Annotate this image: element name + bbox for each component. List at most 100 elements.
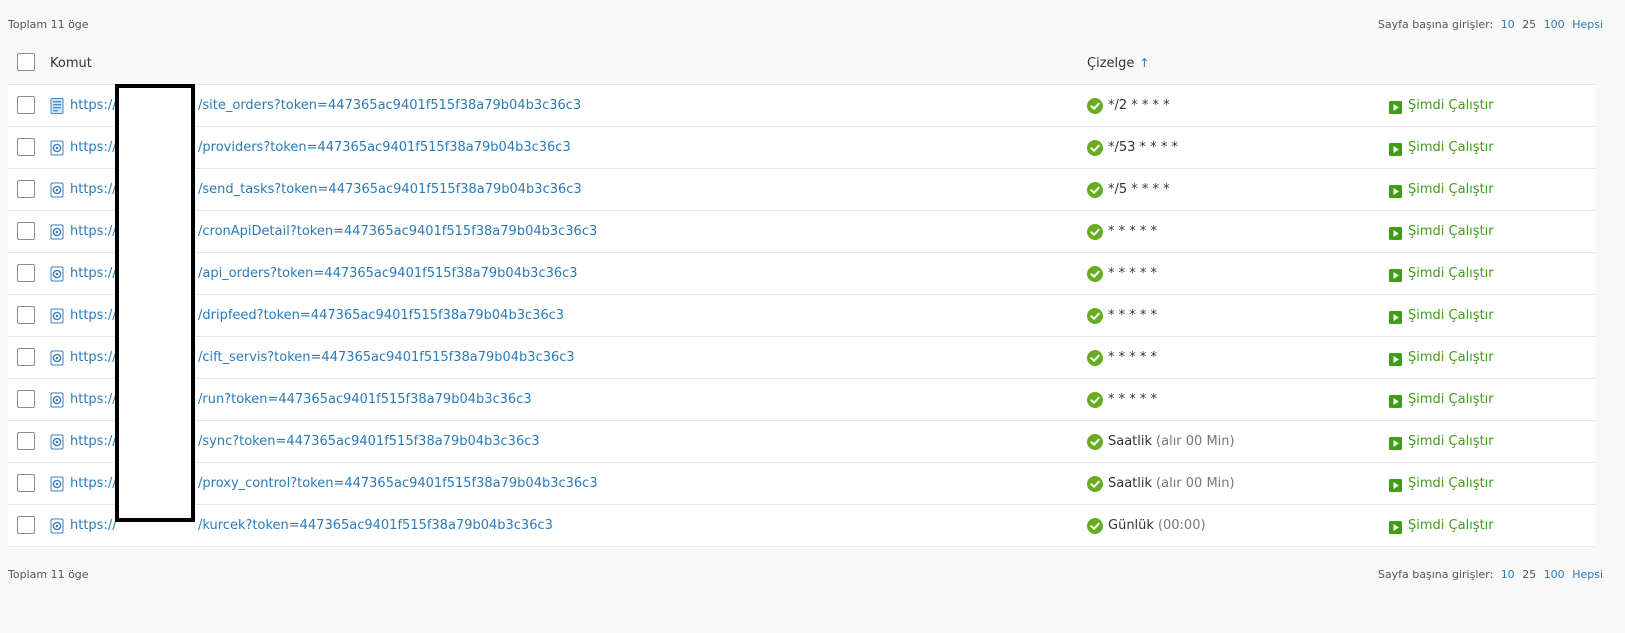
- check-circle-icon: [1087, 139, 1103, 156]
- total-count: Toplam 11 öge: [8, 567, 89, 581]
- play-icon[interactable]: [1389, 141, 1402, 156]
- schedule-value: Saatlik: [1108, 476, 1153, 491]
- schedule-value: Saatlik: [1108, 434, 1153, 449]
- per-page-option-10[interactable]: 10: [1501, 18, 1515, 31]
- per-page-option-all[interactable]: Hepsi: [1572, 18, 1603, 31]
- command-url-path: /cronApiDetail?token=447365ac9401f515f38…: [198, 224, 598, 239]
- check-circle-icon: [1087, 349, 1103, 366]
- table-row: https:///api_orders?token=447365ac9401f5…: [8, 253, 1595, 295]
- play-icon[interactable]: [1389, 477, 1402, 492]
- play-icon[interactable]: [1389, 435, 1402, 450]
- column-header-command[interactable]: Komut: [50, 56, 92, 71]
- run-now-link[interactable]: Şimdi Çalıştır: [1408, 182, 1494, 197]
- check-circle-icon: [1087, 265, 1103, 282]
- entries-per-page-label: Sayfa başına girişler:: [1377, 17, 1494, 31]
- command-url-path: /sync?token=447365ac9401f515f38a79b04b3c…: [198, 434, 540, 449]
- schedule-note: (00:00): [1157, 518, 1206, 533]
- table-row: https:///site_orders?token=447365ac9401f…: [8, 85, 1595, 127]
- select-all-checkbox[interactable]: [17, 53, 35, 71]
- schedule-value: * * * * *: [1108, 308, 1158, 323]
- schedule-value: * * * * *: [1108, 224, 1158, 239]
- bottom-toolbar: Toplam 11 öge Sayfa başına girişler: 10 …: [8, 564, 1603, 584]
- play-icon[interactable]: [1389, 183, 1402, 198]
- row-checkbox[interactable]: [17, 95, 35, 114]
- web-link-icon: [50, 182, 64, 198]
- check-circle-icon: [1087, 223, 1103, 240]
- play-icon[interactable]: [1389, 99, 1402, 114]
- command-url-path: /kurcek?token=447365ac9401f515f38a79b04b…: [198, 518, 553, 533]
- row-checkbox[interactable]: [17, 389, 35, 408]
- check-circle-icon: [1087, 391, 1103, 408]
- web-link-icon: [50, 434, 64, 450]
- row-checkbox[interactable]: [17, 221, 35, 240]
- run-now-link[interactable]: Şimdi Çalıştır: [1408, 476, 1494, 491]
- check-circle-icon: [1087, 307, 1103, 324]
- schedule-value: */2 * * * *: [1108, 98, 1170, 113]
- check-circle-icon: [1087, 475, 1103, 492]
- table-row: https:///proxy_control?token=447365ac940…: [8, 463, 1595, 505]
- command-url-path: /run?token=447365ac9401f515f38a79b04b3c3…: [198, 392, 532, 407]
- schedule-note: (alır 00 Min): [1156, 434, 1235, 449]
- run-now-link[interactable]: Şimdi Çalıştır: [1408, 266, 1494, 281]
- web-link-icon: [50, 140, 64, 156]
- per-page-option-all[interactable]: Hepsi: [1572, 568, 1603, 581]
- command-url-path: /cift_servis?token=447365ac9401f515f38a7…: [198, 350, 575, 365]
- web-link-icon: [50, 308, 64, 324]
- row-checkbox[interactable]: [17, 179, 35, 198]
- table-row: https:///kurcek?token=447365ac9401f515f3…: [8, 505, 1595, 547]
- command-url-path: /send_tasks?token=447365ac9401f515f38a79…: [198, 182, 582, 197]
- entries-per-page-label: Sayfa başına girişler:: [1377, 567, 1494, 581]
- run-now-link[interactable]: Şimdi Çalıştır: [1408, 434, 1494, 449]
- table-row: https:///providers?token=447365ac9401f51…: [8, 127, 1595, 169]
- web-link-icon: [50, 350, 64, 366]
- check-circle-icon: [1087, 181, 1103, 198]
- play-icon[interactable]: [1389, 519, 1402, 534]
- cron-jobs-table: Komut Çizelge ↑ https:///site_orders?tok…: [8, 42, 1595, 547]
- column-header-schedule[interactable]: Çizelge: [1087, 56, 1134, 71]
- table-row: https:///send_tasks?token=447365ac9401f5…: [8, 169, 1595, 211]
- run-now-link[interactable]: Şimdi Çalıştır: [1408, 140, 1494, 155]
- per-page-option-25[interactable]: 25: [1522, 18, 1536, 31]
- play-icon[interactable]: [1389, 267, 1402, 282]
- row-checkbox[interactable]: [17, 431, 35, 450]
- row-checkbox[interactable]: [17, 473, 35, 492]
- table-header: Komut Çizelge ↑: [8, 42, 1595, 85]
- schedule-value: * * * * *: [1108, 266, 1158, 281]
- run-now-link[interactable]: Şimdi Çalıştır: [1408, 308, 1494, 323]
- row-checkbox[interactable]: [17, 137, 35, 156]
- entries-per-page: Sayfa başına girişler: 10 25 100 Hepsi: [1378, 568, 1603, 581]
- row-checkbox[interactable]: [17, 515, 35, 534]
- check-circle-icon: [1087, 433, 1103, 450]
- table-row: https:///dripfeed?token=447365ac9401f515…: [8, 295, 1595, 337]
- per-page-option-100[interactable]: 100: [1544, 568, 1565, 581]
- check-circle-icon: [1087, 97, 1103, 114]
- web-link-icon: [50, 224, 64, 240]
- command-url-path: /site_orders?token=447365ac9401f515f38a7…: [198, 98, 582, 113]
- command-url-path: /api_orders?token=447365ac9401f515f38a79…: [198, 266, 578, 281]
- row-checkbox[interactable]: [17, 305, 35, 324]
- check-circle-icon: [1087, 517, 1103, 534]
- document-icon: [50, 97, 64, 114]
- schedule-value: Günlük: [1108, 518, 1154, 533]
- redaction-box: [115, 84, 195, 522]
- run-now-link[interactable]: Şimdi Çalıştır: [1408, 350, 1494, 365]
- table-row: https:///cronApiDetail?token=447365ac940…: [8, 211, 1595, 253]
- per-page-option-100[interactable]: 100: [1544, 18, 1565, 31]
- schedule-value: */5 * * * *: [1108, 182, 1170, 197]
- web-link-icon: [50, 392, 64, 408]
- run-now-link[interactable]: Şimdi Çalıştır: [1408, 518, 1494, 533]
- per-page-option-10[interactable]: 10: [1501, 568, 1515, 581]
- play-icon[interactable]: [1389, 351, 1402, 366]
- row-checkbox[interactable]: [17, 263, 35, 282]
- sort-ascending-icon[interactable]: ↑: [1139, 56, 1149, 70]
- play-icon[interactable]: [1389, 225, 1402, 240]
- play-icon[interactable]: [1389, 309, 1402, 324]
- run-now-link[interactable]: Şimdi Çalıştır: [1408, 98, 1494, 113]
- schedule-value: * * * * *: [1108, 392, 1158, 407]
- run-now-link[interactable]: Şimdi Çalıştır: [1408, 224, 1494, 239]
- per-page-option-25[interactable]: 25: [1522, 568, 1536, 581]
- table-body: https:///site_orders?token=447365ac9401f…: [8, 85, 1595, 547]
- play-icon[interactable]: [1389, 393, 1402, 408]
- row-checkbox[interactable]: [17, 347, 35, 366]
- run-now-link[interactable]: Şimdi Çalıştır: [1408, 392, 1494, 407]
